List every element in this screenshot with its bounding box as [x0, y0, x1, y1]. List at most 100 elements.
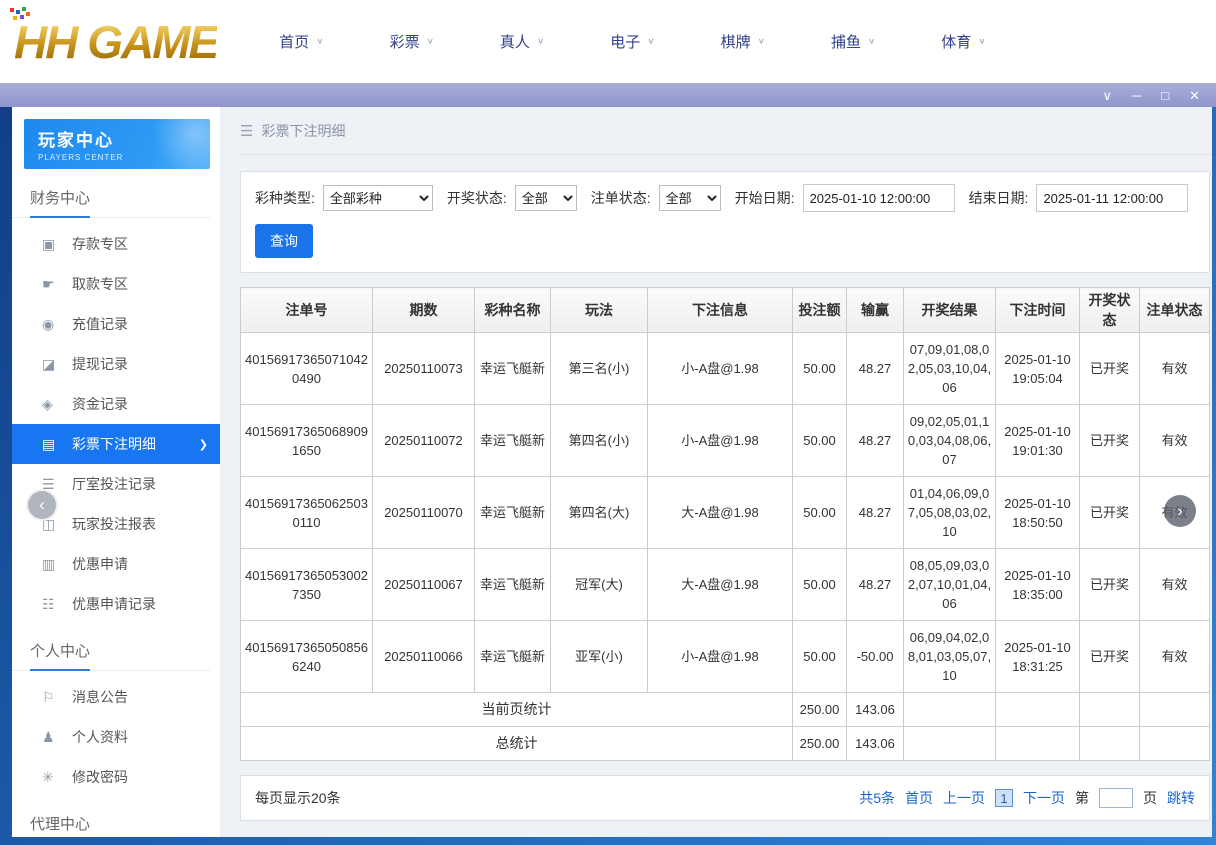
sidebar-item-label: 充值记录 — [72, 314, 128, 334]
chevron-right-icon: ❯ — [199, 438, 208, 451]
table-cell: 20250110070 — [373, 477, 475, 549]
summary-cell — [1140, 693, 1210, 727]
window-titlebar: ∨ ─ □ ✕ — [0, 83, 1216, 107]
draw-status-select[interactable]: 全部 — [515, 185, 577, 211]
maximize-icon[interactable]: □ — [1161, 89, 1169, 102]
prev-page-link[interactable]: 上一页 — [943, 788, 985, 808]
column-header: 输赢 — [847, 288, 904, 333]
end-date-input[interactable] — [1036, 184, 1188, 212]
chevron-down-icon: ∨ — [647, 37, 654, 46]
sidebar-item-label: 修改密码 — [72, 767, 128, 787]
table-cell: 48.27 — [847, 405, 904, 477]
jump-page-input[interactable] — [1099, 788, 1133, 808]
gear-icon: ✳ — [42, 769, 72, 786]
chevron-right-icon: › — [1177, 501, 1183, 521]
table-row: 40156917365071042049020250110073幸运飞艇新第三名… — [241, 333, 1210, 405]
table-cell: 大-A盘@1.98 — [648, 549, 793, 621]
funds-icon: ◈ — [42, 396, 72, 413]
table-cell: 2025-01-10 18:31:25 — [996, 621, 1080, 693]
sidebar-item-withdraw-records[interactable]: ◪提现记录 — [12, 344, 220, 384]
collapse-left-button[interactable]: ‹ — [26, 489, 58, 521]
chevron-down-icon: ∨ — [427, 37, 434, 46]
table-row: 40156917365068909165020250110072幸运飞艇新第四名… — [241, 405, 1210, 477]
table-cell: 有效 — [1140, 333, 1210, 405]
promo-rec-icon: ☷ — [42, 596, 72, 613]
nav-item-live[interactable]: 真人∨ — [500, 31, 544, 52]
jump-button[interactable]: 跳转 — [1167, 788, 1195, 808]
table-cell: 401569173650689091650 — [241, 405, 373, 477]
start-date-input[interactable] — [803, 184, 955, 212]
sidebar-item-change-password[interactable]: ✳修改密码 — [12, 757, 220, 797]
sidebar-item-label: 存款专区 — [72, 234, 128, 254]
chevron-down-icon[interactable]: ∨ — [1103, 89, 1113, 102]
logo-pixel-decoration — [10, 8, 14, 12]
chevron-down-icon: ∨ — [868, 37, 875, 46]
nav-item-label: 体育 — [941, 31, 971, 52]
main-nav: 首页∨彩票∨真人∨电子∨棋牌∨捕鱼∨体育∨ — [279, 31, 985, 52]
summary-cell: 143.06 — [847, 727, 904, 761]
sidebar-item-promo-apply-records[interactable]: ☷优惠申请记录 — [12, 584, 220, 624]
sidebar-item-announcements[interactable]: ⚐消息公告 — [12, 677, 220, 717]
main-content: ☰ 彩票下注明细 彩种类型: 全部彩种 开奖状态: 全部 注单状态: 全部 — [220, 107, 1212, 837]
table-row: 40156917365053002735020250110067幸运飞艇新冠军(… — [241, 549, 1210, 621]
sidebar-item-promo-apply[interactable]: ▥优惠申请 — [12, 544, 220, 584]
page-size-text: 每页显示20条 — [255, 788, 341, 808]
nav-item-label: 首页 — [279, 31, 309, 52]
table-cell: 幸运飞艇新 — [475, 549, 551, 621]
sidebar-item-label: 消息公告 — [72, 687, 128, 707]
nav-item-lottery[interactable]: 彩票∨ — [390, 31, 434, 52]
sidebar-item-deposit-zone[interactable]: ▣存款专区 — [12, 224, 220, 264]
table-cell: -50.00 — [847, 621, 904, 693]
table-row: 40156917365062503011020250110070幸运飞艇新第四名… — [241, 477, 1210, 549]
chevron-down-icon: ∨ — [758, 37, 765, 46]
close-icon[interactable]: ✕ — [1189, 89, 1200, 102]
pager-controls: 共5条 首页 上一页 1 下一页 第 页 跳转 — [859, 788, 1195, 808]
hamburger-icon[interactable]: ☰ — [240, 122, 253, 140]
nav-item-label: 棋牌 — [721, 31, 751, 52]
nav-item-fishing[interactable]: 捕鱼 ∨ — [831, 31, 875, 52]
table-cell: 09,02,05,01,10,03,04,08,06,07 — [904, 405, 996, 477]
breadcrumb: ☰ 彩票下注明细 — [240, 107, 1212, 155]
column-header: 注单状态 — [1140, 288, 1210, 333]
nav-item-sports[interactable]: 体育∨ — [941, 31, 985, 52]
nav-item-label: 真人 — [500, 31, 530, 52]
column-header: 彩种名称 — [475, 288, 551, 333]
table-cell: 50.00 — [793, 333, 847, 405]
summary-cell — [996, 693, 1080, 727]
table-cell: 已开奖 — [1080, 549, 1140, 621]
lottery-type-select[interactable]: 全部彩种 — [323, 185, 433, 211]
nav-item-label: 捕鱼 — [831, 31, 861, 52]
promo-icon: ▥ — [42, 556, 72, 573]
nav-item-home[interactable]: 首页∨ — [279, 31, 323, 52]
brand-logo: HH GAME — [14, 15, 217, 69]
sidebar-section-title: 个人中心 — [12, 626, 210, 671]
summary-row: 总统计250.00143.06 — [241, 727, 1210, 761]
table-cell: 20250110066 — [373, 621, 475, 693]
sidebar-item-recharge-records[interactable]: ◉充值记录 — [12, 304, 220, 344]
column-header: 下注时间 — [996, 288, 1080, 333]
table-cell: 有效 — [1140, 405, 1210, 477]
minimize-icon[interactable]: ─ — [1132, 89, 1141, 102]
order-status-select[interactable]: 全部 — [659, 185, 721, 211]
sidebar-item-lottery-bet-details[interactable]: ▤彩票下注明细❯ — [12, 424, 220, 464]
sidebar-item-funds-records[interactable]: ◈资金记录 — [12, 384, 220, 424]
sidebar-item-withdraw-zone[interactable]: ☛取款专区 — [12, 264, 220, 304]
nav-item-electronic[interactable]: 电子 ∨ — [610, 31, 654, 52]
first-page-link[interactable]: 首页 — [905, 788, 933, 808]
app-body: 玩家中心 PLAYERS CENTER 财务中心▣存款专区☛取款专区◉充值记录◪… — [12, 107, 1212, 837]
next-page-link[interactable]: 下一页 — [1023, 788, 1065, 808]
sidebar-item-profile[interactable]: ♟个人资料 — [12, 717, 220, 757]
filter-panel: 彩种类型: 全部彩种 开奖状态: 全部 注单状态: 全部 开始日期: 结束日期: — [240, 171, 1210, 273]
table-cell: 幸运飞艇新 — [475, 477, 551, 549]
sidebar-section-title: 代理中心 — [12, 799, 210, 837]
deposit-icon: ▣ — [42, 236, 72, 253]
summary-cell: 250.00 — [793, 693, 847, 727]
search-button[interactable]: 查询 — [255, 224, 313, 258]
sidebar: 玩家中心 PLAYERS CENTER 财务中心▣存款专区☛取款专区◉充值记录◪… — [12, 107, 220, 837]
table-cell: 亚军(小) — [551, 621, 648, 693]
nav-item-board[interactable]: 棋牌 ∨ — [721, 31, 765, 52]
expand-right-button[interactable]: › — [1164, 495, 1196, 527]
draw-status-label: 开奖状态: — [447, 188, 507, 208]
nav-item-label: 电子 — [610, 31, 640, 52]
table-cell: 2025-01-10 19:05:04 — [996, 333, 1080, 405]
